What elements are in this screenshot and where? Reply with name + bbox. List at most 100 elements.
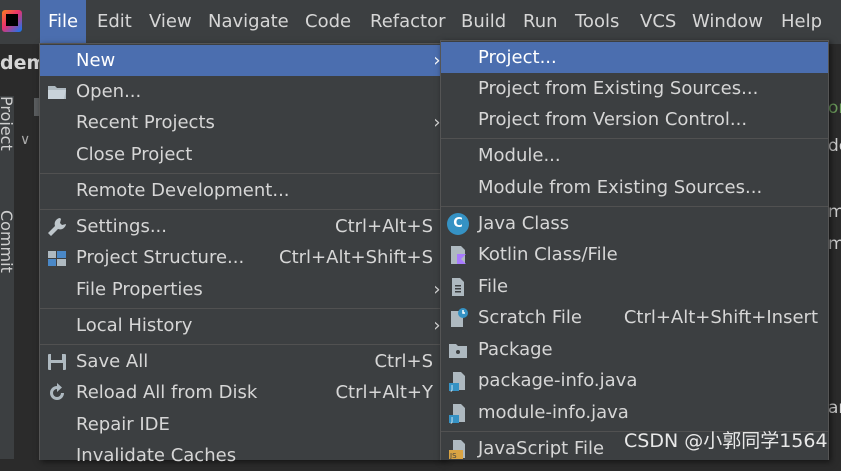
menu-bar: File Edit View Navigate Code Refactor Bu… (0, 0, 841, 45)
menu-item-label: New (76, 50, 116, 71)
menu-item-label: Project from Existing Sources... (478, 78, 759, 99)
java-class-icon: C (447, 213, 469, 235)
menu-item-label: Module from Existing Sources... (478, 177, 763, 198)
menu-item-label: Java Class (478, 213, 570, 234)
menu-code[interactable]: Code (297, 0, 359, 44)
menu-navigate[interactable]: Navigate (200, 0, 297, 44)
menu-item-label: File Properties (76, 279, 203, 300)
watermark: CSDN @小郭同学1564 (624, 430, 828, 452)
package-icon (447, 339, 469, 361)
intellij-logo-icon (2, 10, 22, 32)
menu-item-reload-all[interactable]: Reload All from Disk Ctrl+Alt+Y (40, 377, 443, 408)
menu-item-label: JavaScript File (478, 438, 605, 459)
menu-item-label: Open... (76, 81, 142, 102)
menu-item-module-info[interactable]: J module-info.java (441, 397, 828, 428)
menu-item-scratch-file[interactable]: Scratch File Ctrl+Alt+Shift+Insert (441, 302, 828, 333)
menu-edit[interactable]: Edit (89, 0, 140, 44)
scratch-file-icon (447, 307, 469, 329)
menu-item-label: Remote Development... (76, 180, 290, 201)
menu-help[interactable]: Help (773, 0, 830, 44)
save-icon (46, 351, 68, 373)
shortcut-label: Ctrl+Alt+Shift+S (279, 247, 433, 268)
bg-text-fragment: me (828, 234, 841, 254)
menu-item-save-all[interactable]: Save All Ctrl+S (40, 346, 443, 377)
new-submenu: Project... Project from Existing Sources… (440, 40, 829, 460)
menu-item-settings[interactable]: Settings... Ctrl+Alt+S (40, 211, 443, 242)
menu-item-label: Kotlin Class/File (478, 244, 618, 265)
menu-run[interactable]: Run (515, 0, 566, 44)
menu-item-new[interactable]: New › (40, 45, 443, 76)
menu-refactor[interactable]: Refactor (362, 0, 454, 44)
menu-item-java-class[interactable]: C Java Class (441, 208, 828, 239)
bg-text-fragment: on (828, 98, 841, 118)
menu-item-label: Project... (478, 47, 557, 68)
project-structure-icon (46, 247, 68, 269)
menu-item-module-from-existing[interactable]: Module from Existing Sources... (441, 172, 828, 203)
menu-separator (40, 308, 443, 309)
menu-window[interactable]: Window (684, 0, 771, 44)
menu-item-project-from-existing[interactable]: Project from Existing Sources... (441, 73, 828, 104)
menu-separator (40, 344, 443, 345)
menu-item-label: package-info.java (478, 370, 638, 391)
shortcut-label: Ctrl+Alt+Shift+Insert (623, 307, 818, 328)
menu-item-label: Close Project (76, 144, 193, 165)
bg-text-fragment: de (828, 136, 841, 156)
menu-item-recent-projects[interactable]: Recent Projects › (40, 107, 443, 138)
menu-item-file-properties[interactable]: File Properties › (40, 274, 443, 305)
menu-item-label: Reload All from Disk (76, 382, 258, 403)
menu-item-label: Repair IDE (76, 414, 170, 435)
menu-file[interactable]: File (40, 0, 87, 44)
menu-vcs[interactable]: VCS (632, 0, 684, 44)
folder-icon (46, 81, 68, 103)
java-file-icon: J (447, 402, 469, 424)
menu-item-label: Local History (76, 315, 193, 336)
menu-item-label: Package (478, 339, 553, 360)
menu-item-module[interactable]: Module... (441, 140, 828, 171)
javascript-file-icon: JS (447, 438, 469, 460)
reload-icon (46, 382, 68, 404)
menu-separator (441, 138, 828, 139)
menu-item-repair-ide[interactable]: Repair IDE (40, 409, 443, 440)
menu-item-project-structure[interactable]: Project Structure... Ctrl+Alt+Shift+S (40, 242, 443, 273)
menu-item-open[interactable]: Open... (40, 76, 443, 107)
wrench-icon (46, 216, 68, 238)
menu-item-label: Settings... (76, 216, 167, 237)
menu-item-package[interactable]: Package (441, 334, 828, 365)
menu-item-kotlin-file[interactable]: Kotlin Class/File (441, 239, 828, 270)
java-file-icon: J (447, 370, 469, 392)
menu-item-label: Project from Version Control... (478, 109, 748, 130)
menu-item-project-from-vcs[interactable]: Project from Version Control... (441, 104, 828, 135)
menu-item-file[interactable]: File (441, 271, 828, 302)
shortcut-label: Ctrl+Alt+S (335, 216, 433, 237)
project-tree-panel (14, 96, 40, 459)
svg-text:J: J (450, 384, 453, 392)
menu-view[interactable]: View (141, 0, 200, 44)
menu-item-label: module-info.java (478, 402, 629, 423)
menu-item-label: Invalidate Caches (76, 445, 237, 466)
kotlin-file-icon (447, 244, 469, 266)
menu-item-local-history[interactable]: Local History › (40, 310, 443, 341)
menu-item-label: Recent Projects (76, 112, 215, 133)
menu-separator (441, 206, 828, 207)
menu-separator (40, 209, 443, 210)
menu-item-label: Project Structure... (76, 247, 245, 268)
menu-item-label: Save All (76, 351, 149, 372)
menu-separator (40, 173, 443, 174)
svg-text:J: J (450, 416, 453, 424)
file-icon (447, 276, 469, 298)
menu-tools[interactable]: Tools (567, 0, 627, 44)
menu-item-label: Module... (478, 145, 561, 166)
bg-text-fragment: me (828, 202, 841, 222)
menu-item-invalidate-caches[interactable]: Invalidate Caches (40, 440, 443, 471)
menu-item-close-project[interactable]: Close Project (40, 139, 443, 170)
menu-item-new-project[interactable]: Project... (441, 42, 828, 73)
bg-text-fragment: ar (828, 398, 841, 418)
chevron-down-icon[interactable]: ∨ (20, 132, 30, 148)
menu-item-remote-development[interactable]: Remote Development... (40, 175, 443, 206)
menu-item-package-info[interactable]: J package-info.java (441, 365, 828, 396)
menu-build[interactable]: Build (453, 0, 514, 44)
menu-item-label: File (478, 276, 509, 297)
shortcut-label: Ctrl+Alt+Y (335, 382, 433, 403)
shortcut-label: Ctrl+S (374, 351, 433, 372)
file-menu: New › Open... Recent Projects › Close Pr… (39, 43, 444, 466)
